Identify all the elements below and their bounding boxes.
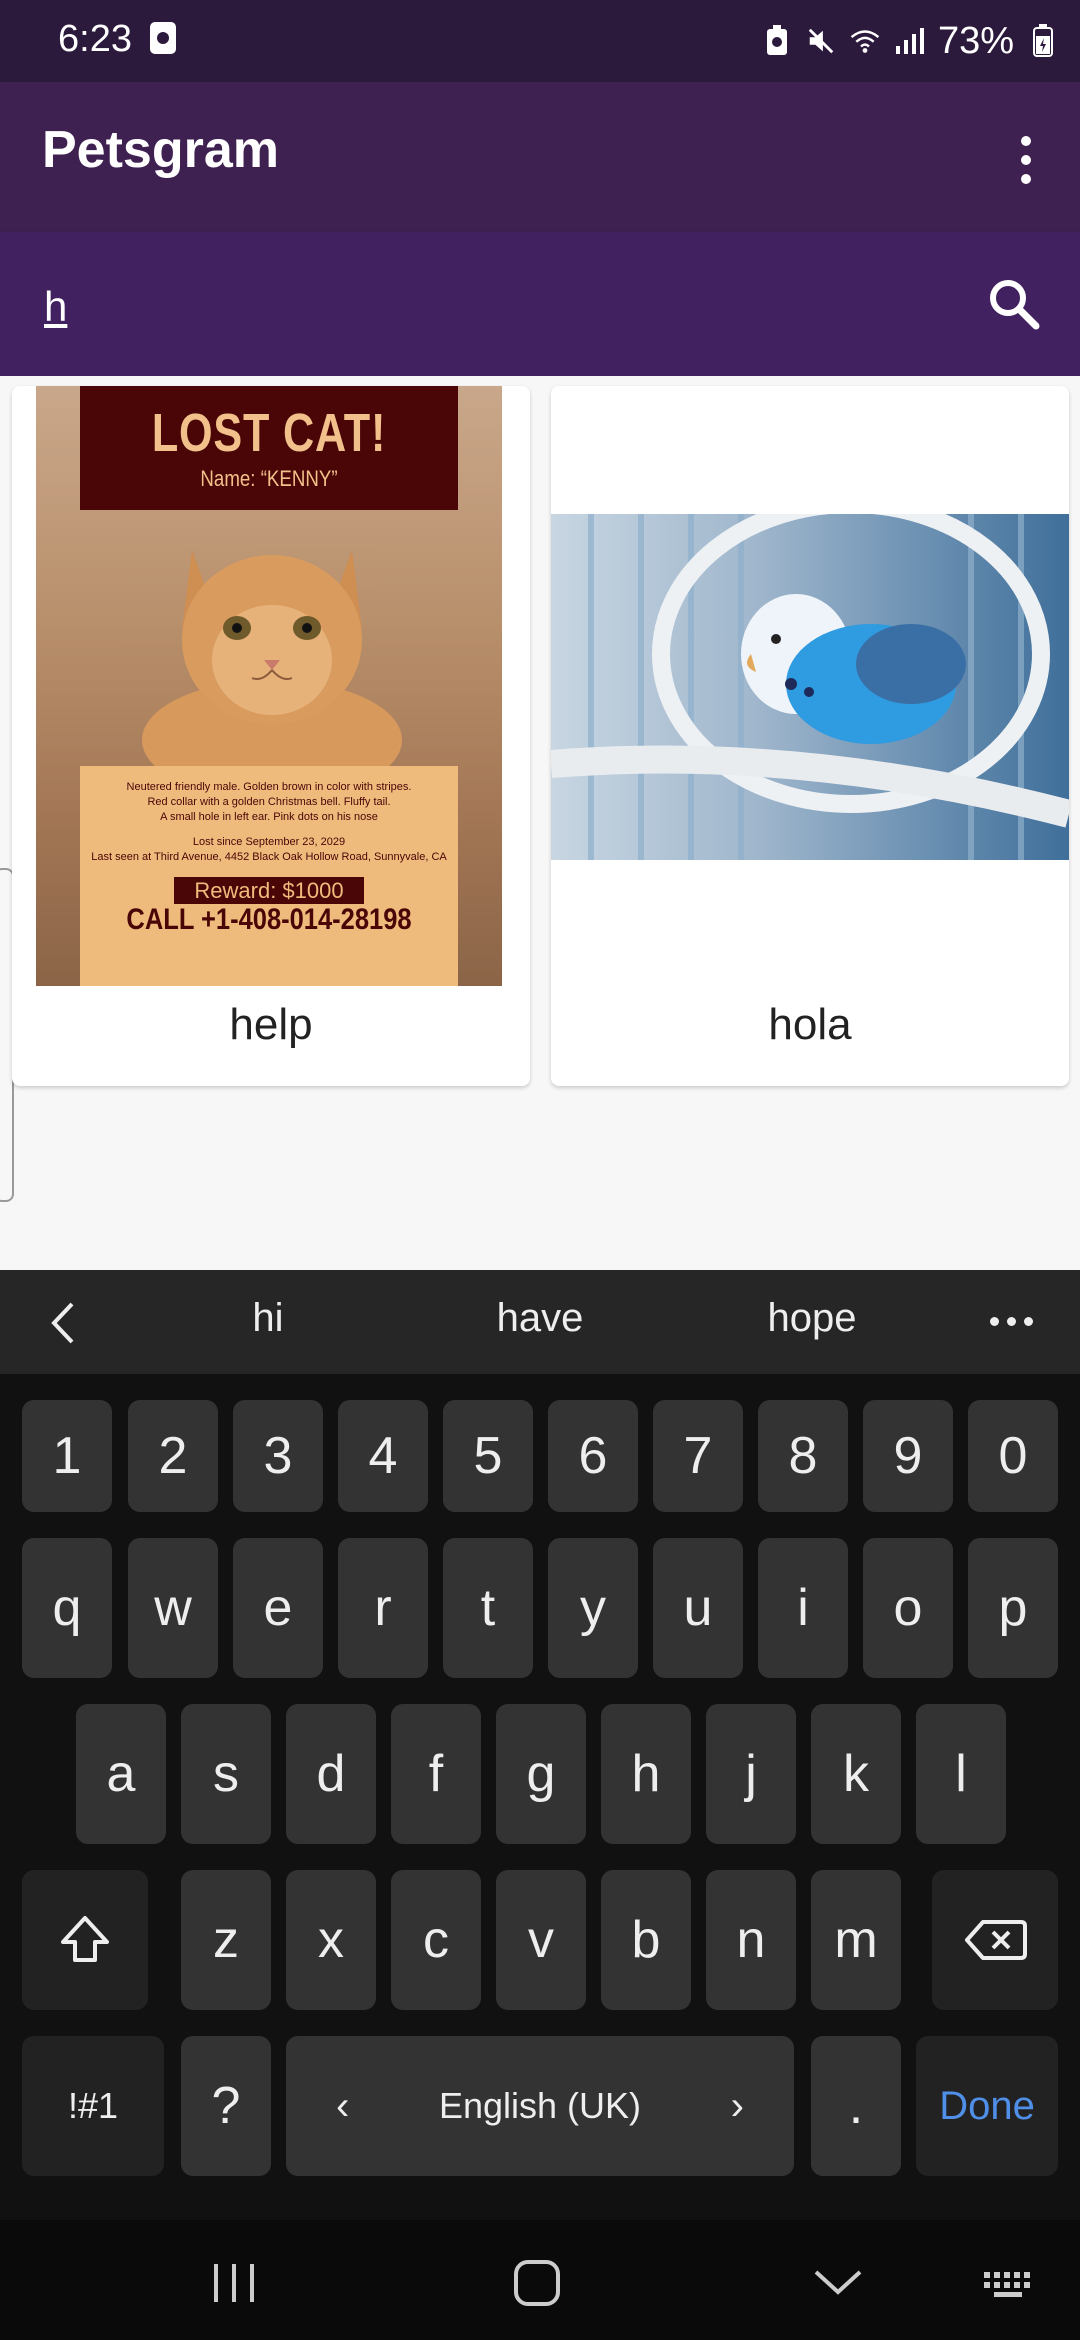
backspace-key[interactable] — [932, 1870, 1058, 2010]
navigation-bar — [0, 2220, 1080, 2340]
poster-call: CALL +1-408-014-28198 — [126, 903, 412, 936]
key-5[interactable]: 5 — [443, 1400, 533, 1512]
key-r[interactable]: r — [338, 1538, 428, 1678]
key-1[interactable]: 1 — [22, 1400, 112, 1512]
poster-line: Last seen at Third Avenue, 4452 Black Oa… — [91, 851, 447, 863]
keyboard-icon[interactable] — [980, 2260, 1040, 2306]
poster-line: A small hole in left ear. Pink dots on h… — [160, 811, 378, 823]
space-key[interactable]: ‹ English (UK) › — [286, 2036, 794, 2176]
key-a[interactable]: a — [76, 1704, 166, 1844]
search-input[interactable] — [42, 276, 946, 338]
status-bar: 6:23 73% — [0, 0, 1080, 82]
key-s[interactable]: s — [181, 1704, 271, 1844]
key-n[interactable]: n — [706, 1870, 796, 2010]
shift-icon — [61, 1916, 109, 1962]
shift-key[interactable] — [22, 1870, 148, 2010]
battery-icon — [1028, 24, 1058, 57]
key-e[interactable]: e — [233, 1538, 323, 1678]
suggestion-3[interactable]: hope — [712, 1296, 912, 1341]
card-label: help — [229, 1000, 313, 1049]
suggestion-1[interactable]: hi — [168, 1296, 368, 1341]
key-i[interactable]: i — [758, 1538, 848, 1678]
key-4[interactable]: 4 — [338, 1400, 428, 1512]
key-z[interactable]: z — [181, 1870, 271, 2010]
budgie-photo — [551, 514, 1069, 860]
key-0[interactable]: 0 — [968, 1400, 1058, 1512]
key-9[interactable]: 9 — [863, 1400, 953, 1512]
poster-header: LOST CAT! Name: “KENNY” — [80, 386, 458, 510]
key-g[interactable]: g — [496, 1704, 586, 1844]
pet-card[interactable]: hola — [551, 386, 1069, 1086]
cat-illustration — [142, 550, 402, 770]
chevron-down-icon[interactable] — [808, 2260, 868, 2306]
recent-apps-icon[interactable] — [204, 2260, 264, 2306]
mute-icon — [806, 25, 836, 57]
chevron-right-icon: › — [730, 2083, 744, 2128]
key-j[interactable]: j — [706, 1704, 796, 1844]
poster-line: Red collar with a golden Christmas bell.… — [147, 796, 391, 808]
more-suggestions-icon[interactable] — [990, 1306, 1040, 1336]
app-title: Petsgram — [42, 121, 279, 179]
keyboard: hi have hope 1 2 3 4 5 6 7 8 9 0 q w e r… — [0, 1270, 1080, 2220]
results-grid: LOST CAT! Name: “KENNY” Neutered friendl… — [0, 376, 1080, 1270]
key-2[interactable]: 2 — [128, 1400, 218, 1512]
done-key[interactable]: Done — [916, 2036, 1058, 2176]
suggestion-2[interactable]: have — [440, 1296, 640, 1341]
key-8[interactable]: 8 — [758, 1400, 848, 1512]
key-3[interactable]: 3 — [233, 1400, 323, 1512]
poster-line: Neutered friendly male. Golden brown in … — [126, 781, 412, 793]
more-options-icon[interactable] — [1006, 130, 1046, 190]
key-x[interactable]: x — [286, 1870, 376, 2010]
poster-name: Name: “KENNY” — [200, 466, 338, 491]
status-time: 6:23 — [58, 18, 132, 60]
key-l[interactable]: l — [916, 1704, 1006, 1844]
search-icon[interactable] — [982, 272, 1046, 336]
poster-title: LOST CAT! — [151, 403, 387, 463]
key-o[interactable]: o — [863, 1538, 953, 1678]
battery-percent: 73% — [937, 19, 1014, 62]
question-key[interactable]: ? — [181, 2036, 271, 2176]
key-7[interactable]: 7 — [653, 1400, 743, 1512]
symbols-key[interactable]: !#1 — [22, 2036, 164, 2176]
key-t[interactable]: t — [443, 1538, 533, 1678]
key-h[interactable]: h — [601, 1704, 691, 1844]
key-d[interactable]: d — [286, 1704, 376, 1844]
poster-line: Lost since September 23, 2029 — [192, 836, 346, 848]
pet-card[interactable]: LOST CAT! Name: “KENNY” Neutered friendl… — [12, 386, 530, 1086]
signal-icon — [894, 25, 924, 57]
search-bar — [0, 232, 1080, 376]
poster-reward: Reward: $1000 — [174, 877, 364, 904]
key-q[interactable]: q — [22, 1538, 112, 1678]
key-u[interactable]: u — [653, 1538, 743, 1678]
wifi-icon — [850, 25, 880, 57]
key-w[interactable]: w — [128, 1538, 218, 1678]
home-icon[interactable] — [508, 2260, 568, 2306]
key-c[interactable]: c — [391, 1870, 481, 2010]
key-b[interactable]: b — [601, 1870, 691, 2010]
card-label: hola — [768, 1000, 852, 1049]
app-bar: Petsgram — [0, 82, 1080, 232]
key-m[interactable]: m — [811, 1870, 901, 2010]
status-icons: 73% — [762, 16, 1058, 66]
key-p[interactable]: p — [968, 1538, 1058, 1678]
key-v[interactable]: v — [496, 1870, 586, 2010]
chevron-left-icon[interactable] — [44, 1298, 84, 1348]
key-y[interactable]: y — [548, 1538, 638, 1678]
screen-record-icon — [150, 22, 176, 54]
space-label: English (UK) — [438, 2085, 642, 2126]
key-6[interactable]: 6 — [548, 1400, 638, 1512]
chevron-left-icon: ‹ — [336, 2083, 350, 2128]
key-k[interactable]: k — [811, 1704, 901, 1844]
lost-cat-poster-image: LOST CAT! Name: “KENNY” Neutered friendl… — [36, 386, 502, 986]
poster-details: Neutered friendly male. Golden brown in … — [80, 766, 458, 986]
suggestion-bar: hi have hope — [0, 1270, 1080, 1374]
backspace-icon — [965, 1920, 1027, 1960]
period-key[interactable]: . — [811, 2036, 901, 2176]
key-f[interactable]: f — [391, 1704, 481, 1844]
battery-saver-icon — [762, 25, 792, 57]
